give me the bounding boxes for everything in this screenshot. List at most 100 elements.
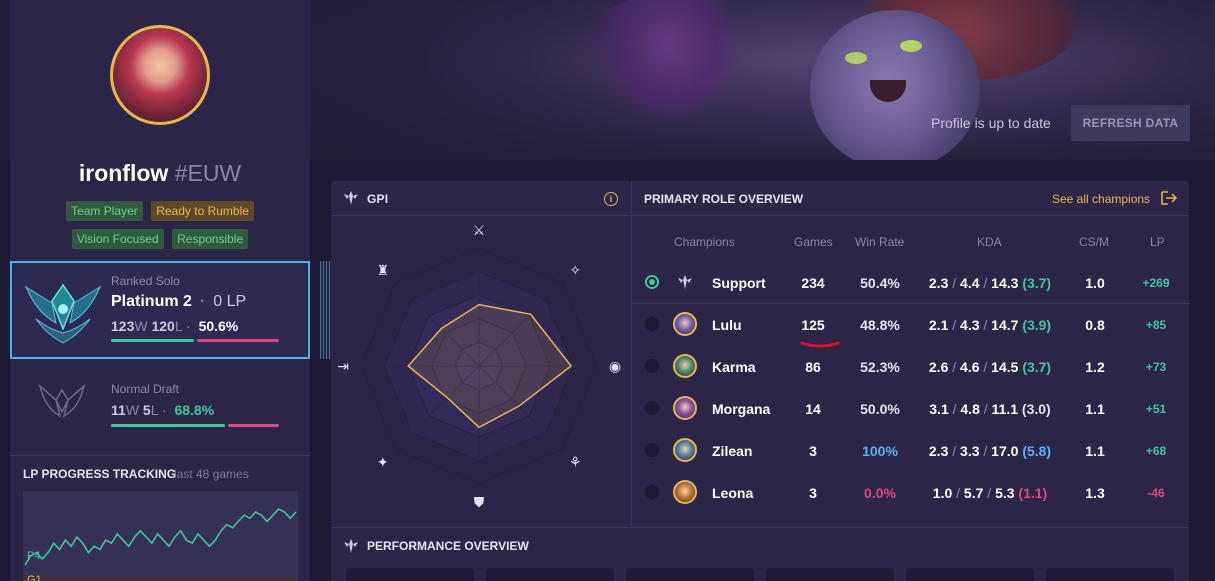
- row-select-radio[interactable]: [645, 485, 659, 499]
- kda-separator: /: [952, 443, 957, 459]
- kda-value: 2.3 / 3.3 / 17.0 (5.8): [915, 443, 1065, 459]
- winrate-value: 0.0%: [864, 485, 896, 501]
- lulu-champion-icon[interactable]: [673, 312, 697, 336]
- kda-separator: /: [983, 443, 988, 459]
- lp-progress-chart[interactable]: P4 G1: [23, 491, 298, 581]
- see-all-champions-link[interactable]: See all champions: [1052, 192, 1150, 206]
- column-header-kda[interactable]: KDA: [977, 235, 1002, 249]
- separator-dot: ·: [161, 402, 167, 418]
- cs-per-minute: 1.1: [1085, 401, 1105, 417]
- performance-card: [346, 568, 474, 581]
- winrate-value: 52.3%: [860, 359, 900, 375]
- ranked-queue-label: Ranked Solo: [111, 274, 180, 288]
- performance-card: [626, 568, 754, 581]
- champion-row[interactable]: Lulu 125 48.8% 2.1 / 4.3 / 14.7 (3.9) 0.…: [632, 304, 1190, 346]
- objectives-axis-icon[interactable]: ♜: [377, 263, 390, 279]
- kda-ratio: (3.7): [1022, 275, 1052, 291]
- playstyle-tags-row: Team Player Ready to Rumble: [10, 201, 310, 221]
- survivability-axis-icon[interactable]: ⛊: [474, 495, 485, 511]
- kda-separator: /: [952, 275, 957, 291]
- cs-per-minute: 1.3: [1085, 485, 1105, 501]
- ranked-solo-card[interactable]: Ranked Solo Platinum 2 · 0 LP 123W 120L · …: [10, 261, 310, 359]
- lp-change: -46: [1147, 486, 1165, 500]
- gpi-header: GPI i: [331, 181, 631, 216]
- kda-ratio: (1.1): [1018, 485, 1048, 501]
- normal-wins: 11: [111, 402, 126, 418]
- summoner-tag: #EUW: [174, 160, 242, 186]
- losses-suffix: L: [150, 402, 158, 418]
- column-header-winrate[interactable]: Win Rate: [855, 235, 904, 249]
- champion-row[interactable]: Karma 86 52.3% 2.6 / 4.6 / 14.5 (3.7) 1.…: [632, 346, 1190, 388]
- kda-kills: 2.1: [928, 317, 949, 333]
- platinum-emblem-icon: [24, 283, 102, 344]
- performance-card: [1046, 568, 1174, 581]
- separator-dot: ·: [186, 318, 191, 334]
- consistency-axis-icon[interactable]: ⇥: [337, 359, 349, 375]
- row-select-radio[interactable]: [645, 317, 659, 331]
- divider: [10, 455, 310, 456]
- row-select-radio[interactable]: [645, 443, 659, 457]
- champion-name: Leona: [712, 485, 754, 501]
- column-header-lp[interactable]: LP: [1150, 235, 1165, 249]
- champion-row[interactable]: Leona 3 0.0% 1.0 / 5.7 / 5.3 (1.1) 1.3 -…: [632, 472, 1190, 514]
- aggression-axis-icon[interactable]: ⚘: [569, 455, 582, 471]
- lp-change: +269: [1142, 276, 1170, 290]
- kda-assists: 17.0: [991, 443, 1019, 459]
- gpi-icon: [344, 191, 358, 205]
- summoner-name-text: ironflow: [78, 160, 169, 186]
- row-select-radio[interactable]: [645, 359, 659, 373]
- kda-deaths: 4.8: [960, 401, 980, 417]
- ranked-loss-bar: [197, 339, 279, 342]
- games-count: 3: [809, 485, 817, 501]
- kda-deaths: 4.3: [960, 317, 980, 333]
- cs-per-minute: 1.2: [1085, 359, 1105, 375]
- role-overview-title: PRIMARY ROLE OVERVIEW: [644, 192, 804, 206]
- arrow-right-icon[interactable]: [1160, 191, 1178, 205]
- lp-tracking-subtitle: last 48 games: [174, 467, 249, 481]
- role-row[interactable]: Support 234 50.4% 2.3 / 4.4 / 14.3 (3.7)…: [632, 262, 1190, 304]
- leona-champion-icon[interactable]: [673, 480, 697, 504]
- refresh-data-button[interactable]: REFRESH DATA: [1071, 105, 1190, 141]
- lp-change: +51: [1145, 402, 1167, 416]
- row-select-radio[interactable]: [645, 275, 659, 289]
- column-header-csm[interactable]: CS/M: [1079, 235, 1109, 249]
- playstyle-tags-row: Vision Focused Responsible: [10, 229, 310, 249]
- tag-badge: Vision Focused: [71, 229, 164, 249]
- summoner-name: ironflow #EUW: [10, 160, 310, 187]
- normal-winrate: 68.8%: [174, 402, 215, 418]
- kda-value: 1.0 / 5.7 / 5.3 (1.1): [915, 485, 1065, 501]
- performance-overview-panel: PERFORMANCE OVERVIEW: [331, 527, 1189, 581]
- winrate-value: 100%: [862, 443, 898, 459]
- champion-row[interactable]: Zilean 3 100% 2.3 / 3.3 / 17.0 (5.8) 1.1…: [632, 430, 1190, 472]
- losses-suffix: L: [174, 318, 183, 334]
- profile-status-text: Profile is up to date: [931, 115, 1051, 131]
- zilean-champion-icon[interactable]: [673, 438, 697, 462]
- lp-change: +68: [1145, 444, 1167, 458]
- champion-row[interactable]: Morgana 14 50.0% 3.1 / 4.8 / 11.1 (3.0) …: [632, 388, 1190, 430]
- column-header-champions[interactable]: Champions: [674, 235, 735, 249]
- column-header-games[interactable]: Games: [794, 235, 833, 249]
- vision-axis-icon[interactable]: ◉: [609, 359, 621, 375]
- kda-separator: /: [983, 275, 988, 291]
- gpi-title: GPI: [367, 192, 389, 206]
- row-select-radio[interactable]: [645, 401, 659, 415]
- kda-assists: 14.3: [991, 275, 1019, 291]
- farming-axis-icon[interactable]: ✧: [569, 263, 581, 279]
- primary-role-overview-panel: PRIMARY ROLE OVERVIEW See all champions …: [631, 181, 1190, 527]
- kda-deaths: 4.4: [960, 275, 980, 291]
- champion-name: Lulu: [712, 317, 742, 333]
- summoner-avatar: [110, 25, 210, 125]
- kda-assists: 14.5: [991, 359, 1019, 375]
- games-count: 14: [805, 401, 821, 417]
- info-icon[interactable]: i: [604, 192, 618, 206]
- fighting-axis-icon[interactable]: ⚔: [473, 223, 486, 239]
- kda-value: 2.6 / 4.6 / 14.5 (3.7): [915, 359, 1065, 375]
- lp-chart-lower-band: [23, 575, 298, 581]
- ranked-record: 123W 120L · 50.6%: [111, 318, 238, 334]
- kda-ratio: (3.9): [1022, 317, 1052, 333]
- kda-deaths: 3.3: [960, 443, 980, 459]
- champion-name: Karma: [712, 359, 756, 375]
- morgana-champion-icon[interactable]: [673, 396, 697, 420]
- versatility-axis-icon[interactable]: ✦: [377, 455, 389, 471]
- karma-champion-icon[interactable]: [673, 354, 697, 378]
